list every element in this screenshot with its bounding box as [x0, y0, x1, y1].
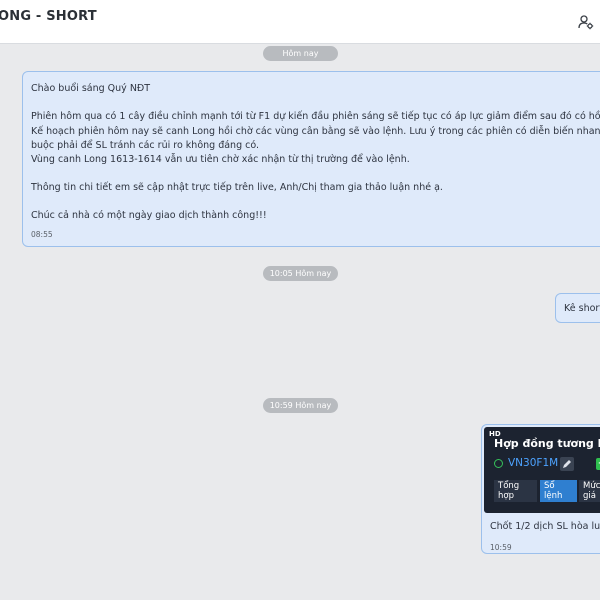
channel-title: ONG - SHORT	[0, 9, 97, 24]
message-text: Chốt 1/2 dịch SL hòa luôn	[490, 521, 600, 532]
message-time: 10:59	[490, 543, 512, 552]
pencil-icon	[560, 457, 574, 471]
message-line: Vùng canh Long 1613-1614 vẫn ưu tiên chờ…	[31, 154, 410, 165]
thumbnail-title: Hợp đồng tương l...	[494, 437, 600, 450]
message-line: Kế hoạch phiên hôm nay sẽ canh Long hồi …	[31, 126, 600, 137]
message-line: Thông tin chi tiết em sẽ cập nhật trực t…	[31, 182, 443, 193]
message-bubble[interactable]: Kê short	[555, 293, 600, 323]
screenshot-thumbnail[interactable]: HD Hợp đồng tương l... VN30F1M + Tổnghợp…	[484, 427, 600, 513]
image-message-bubble[interactable]: HD Hợp đồng tương l... VN30F1M + Tổnghợp…	[481, 424, 600, 554]
message-bubble[interactable]: Chào buổi sáng Quý NĐT Phiên hôm qua có …	[22, 71, 600, 247]
date-separator: Hôm nay	[263, 46, 338, 61]
message-line: Phiên hôm qua có 1 cây điều chỉnh mạnh t…	[31, 111, 600, 122]
status-dot-icon	[494, 459, 503, 468]
message-list[interactable]: Hôm nay Chào buổi sáng Quý NĐT Phiên hôm…	[0, 44, 600, 600]
chat-header: ONG - SHORT	[0, 0, 600, 44]
message-line: Chúc cả nhà có một ngày giao dịch thành …	[31, 210, 267, 221]
thumb-tab-orderbook: Sổ lệnh	[540, 480, 577, 502]
message-line: buộc phải để SL tránh các rủi ro không đ…	[31, 140, 260, 151]
message-text: Kê short	[564, 303, 600, 314]
thumb-tab-price: Mức giá	[579, 480, 600, 502]
message-time: 08:55	[31, 230, 53, 239]
contract-code: VN30F1M	[508, 457, 559, 469]
person-settings-icon[interactable]	[578, 14, 594, 30]
message-greeting: Chào buổi sáng Quý NĐT	[31, 83, 151, 94]
date-separator: 10:59 Hôm nay	[263, 398, 338, 413]
plus-icon: +	[596, 458, 600, 470]
thumb-tab-summary: Tổng hợp	[494, 480, 537, 502]
date-separator: 10:05 Hôm nay	[263, 266, 338, 281]
